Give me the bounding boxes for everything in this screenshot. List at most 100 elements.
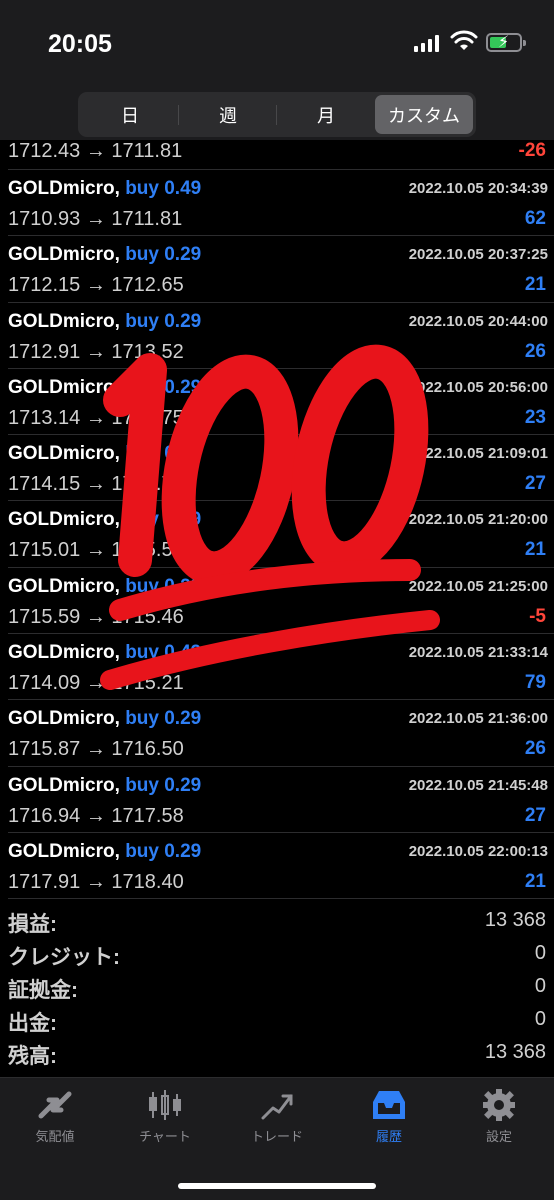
deal-symbol: GOLDmicro, buy 0.49 [8,642,201,664]
deal-profit: 26 [524,340,546,362]
deal-row[interactable]: GOLDmicro, buy 0.29 2022.10.05 22:00:13 17… [8,833,554,900]
home-indicator[interactable] [178,1183,376,1189]
deal-side: buy 0.29 [125,509,202,531]
tab-trade[interactable]: トレード [232,1088,322,1145]
tab-label: 設定 [485,1129,512,1144]
deal-symbol: GOLDmicro, buy 0.29 [8,311,201,333]
history-list: 1712.43 → 1711.81 -26 GOLDmicro, buy 0.4… [0,140,554,900]
deal-date: 2022.10.05 22:00:13 [408,842,548,860]
deal-row[interactable]: GOLDmicro, buy 0.29 2022.10.05 21:36:00 17… [8,700,554,767]
summary-value: 0 [534,975,546,997]
deal-symbol-name: GOLDmicro, [8,178,120,199]
period-day-button[interactable]: 日 [81,95,179,134]
deal-date: 2022.10.05 20:37:25 [408,246,548,264]
summary-value: 0 [534,1008,546,1030]
deal-date: 2022.10.05 21:25:00 [408,577,548,595]
deal-prices: 1712.43 → 1711.81 [8,140,183,162]
deal-prices: 1714.09 → 1715.21 [8,672,184,695]
deal-profit: 27 [524,473,546,495]
deal-row[interactable]: GOLDmicro, buy 0.29 2022.10.05 21:20:00 17… [8,501,554,568]
deal-row[interactable]: GOLDmicro, buy 0.49 2022.10.05 21:33:14 17… [8,634,554,701]
summary-label: 証拠金: [8,979,78,1002]
deal-date: 2022.10.05 20:44:00 [408,312,548,330]
deal-side: buy 0.29 [125,310,202,332]
deal-symbol: GOLDmicro, buy 0.29 [8,576,201,598]
summary-label: 残高: [8,1045,57,1068]
deal-prices: 1713.14 → 1713.75 [8,406,184,429]
deal-symbol: GOLDmicro, buy 0.49 [8,178,201,200]
deal-profit: 21 [524,274,546,296]
tab-label: チャート [139,1129,191,1144]
summary-value: 0 [534,942,546,964]
deal-side: buy 0.29 [125,575,202,597]
trade-icon [261,1094,293,1120]
deal-side: buy 0.29 [125,708,202,730]
deal-side: buy 0.29 [125,774,202,796]
deal-symbol-name: GOLDmicro, [8,642,120,664]
deal-profit: -26 [518,140,546,161]
deal-prices: 1710.93 → 1711.81 [8,208,183,230]
tab-history[interactable]: 履歴 [344,1088,434,1145]
summary-label: クレジット: [8,946,120,969]
period-selector: 日 週 月 カスタム [78,92,476,137]
deal-row[interactable]: GOLDmicro, buy 0.29 2022.10.05 20:37:25 17… [8,236,554,303]
deal-profit: -5 [529,605,546,627]
tab-bar: 気配値 チャート トレード 履歴 設定 [0,1077,554,1200]
deal-profit: 26 [524,738,546,760]
deal-symbol-name: GOLDmicro, [8,443,120,465]
gear-icon [483,1089,515,1121]
period-custom-button[interactable]: カスタム [375,95,473,134]
summary-label: 損益: [8,913,57,936]
deal-symbol: GOLDmicro, buy 0.29 [8,775,201,797]
period-month-button[interactable]: 月 [277,95,375,134]
status-bar: 20:05 ⚡ [0,0,554,92]
deal-prices: 1714.15 → 1714.79 [8,473,184,496]
tab-label: 履歴 [375,1129,402,1144]
summary-balance: 残高: 13 368 [0,1038,554,1071]
deal-date: 2022.10.05 21:36:00 [408,710,548,728]
deal-symbol-name: GOLDmicro, [8,509,120,531]
deal-row[interactable]: GOLDmicro, buy 0.29 2022.10.05 21:45:48 17… [8,767,554,833]
deal-symbol-name: GOLDmicro, [8,310,120,332]
summary-deposit: 証拠金: 0 [0,972,554,1005]
deal-symbol-name: GOLDmicro, [8,575,120,597]
summary-label: 出金: [8,1012,57,1035]
deal-row[interactable]: GOLDmicro, buy 0.29 2022.10.05 21:09:01 17… [8,435,554,502]
deal-symbol: GOLDmicro, buy 0.29 [8,244,201,266]
deal-row[interactable]: GOLDmicro, buy 0.29 2022.10.05 21:25:00 17… [8,568,554,635]
tab-chart[interactable]: チャート [120,1088,210,1145]
deal-symbol-name: GOLDmicro, [8,774,120,796]
quotes-icon [38,1091,72,1119]
deal-profit: 62 [524,208,546,229]
deal-prices: 1712.15 → 1712.65 [8,274,184,297]
deal-side: buy 0.29 [125,376,202,398]
deal-date: 2022.10.05 21:20:00 [408,511,548,529]
tab-quotes[interactable]: 気配値 [10,1088,100,1145]
period-week-button[interactable]: 週 [179,95,277,134]
deal-profit: 27 [524,804,546,826]
deal-row[interactable]: GOLDmicro, buy 0.29 2022.10.05 20:44:00 17… [8,303,554,369]
deal-side: buy 0.49 [125,642,202,664]
deal-row-partial[interactable]: 1712.43 → 1711.81 -26 [8,140,554,170]
deal-profit: 79 [524,672,546,694]
deal-symbol-name: GOLDmicro, [8,708,120,730]
tab-label: トレード [250,1129,303,1144]
deal-date: 2022.10.05 21:45:48 [408,776,548,794]
deal-side: buy 0.29 [125,443,202,465]
battery-icon: ⚡ [486,33,526,52]
deal-prices: 1715.87 → 1716.50 [8,738,184,761]
cellular-signal-icon [414,34,439,52]
deal-symbol-name: GOLDmicro, [8,376,120,398]
deal-profit: 21 [524,870,546,892]
deal-profit: 21 [524,539,546,561]
deal-prices: 1712.91 → 1713.52 [8,340,184,363]
deal-row[interactable]: GOLDmicro, buy 0.49 2022.10.05 20:34:39 17… [8,170,554,237]
deal-date: 2022.10.05 20:56:00 [408,378,548,396]
deal-row[interactable]: GOLDmicro, buy 0.29 2022.10.05 20:56:00 17… [8,369,554,436]
deal-prices: 1716.94 → 1717.58 [8,804,184,827]
tab-settings[interactable]: 設定 [454,1088,544,1145]
deal-profit: 23 [524,406,546,428]
summary-value: 13 368 [484,909,546,931]
summary-credit: クレジット: 0 [0,939,554,972]
deal-side: buy 0.29 [125,840,202,862]
